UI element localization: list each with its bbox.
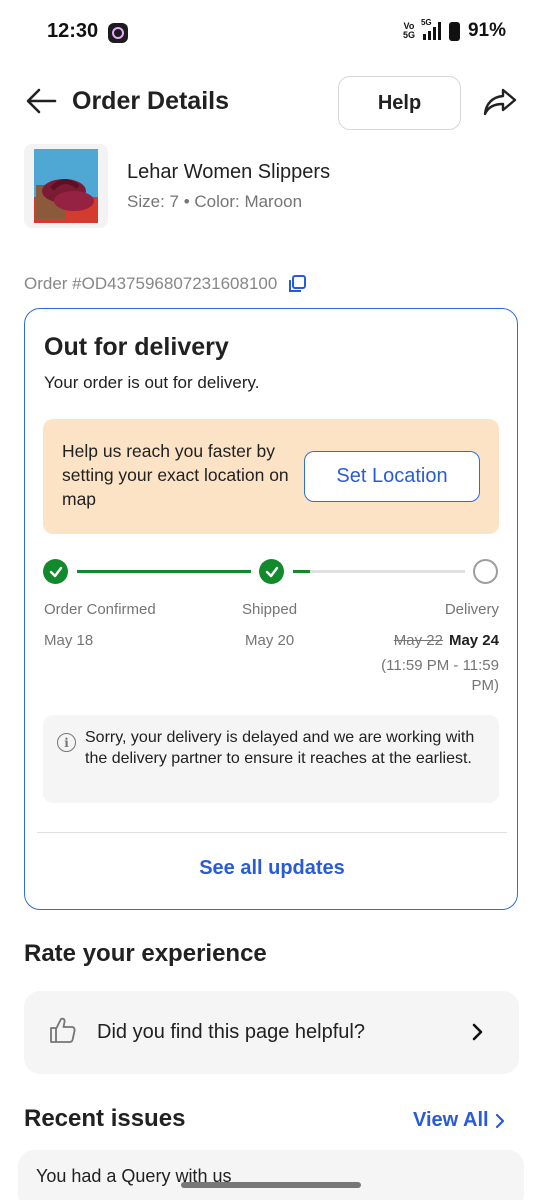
product-name: Lehar Women Slippers — [127, 161, 331, 183]
product-image — [24, 144, 108, 228]
battery-icon — [448, 21, 460, 41]
order-id-row: Order #OD437596807231608100 — [24, 274, 307, 294]
product-attributes: Size: 7 • Color: Maroon — [127, 192, 303, 211]
app-notification-icon — [108, 23, 128, 43]
step-shipped-check-icon — [259, 559, 284, 584]
location-prompt: Help us reach you faster by setting your… — [62, 441, 289, 509]
help-button[interactable]: Help — [338, 76, 461, 130]
delivery-time-window: (11:59 PM - 11:59 PM) — [381, 657, 499, 694]
tracker-line-shipped — [293, 570, 465, 573]
tracker-line-confirmed — [77, 570, 251, 573]
step-confirmed-check-icon — [43, 559, 68, 584]
home-indicator[interactable] — [181, 1182, 361, 1188]
signal-network-label: 5G — [420, 18, 432, 27]
status-indicators: Vo 5G 5G 91% — [402, 18, 506, 42]
delay-notice: i Sorry, your delivery is delayed and we… — [43, 715, 499, 803]
product-summary[interactable]: Lehar Women Slippers Size: 7 • Color: Ma… — [24, 144, 518, 230]
step-label-shipped: Shipped — [242, 601, 298, 618]
status-time: 12:30 — [47, 20, 99, 42]
signal-icon: 5G — [421, 18, 441, 40]
chevron-right-icon — [495, 1113, 504, 1128]
battery-percent: 91% — [467, 20, 506, 41]
step-label-delivery: Delivery — [444, 601, 499, 618]
copy-icon[interactable] — [287, 274, 307, 294]
step-date-shipped: May 20 — [245, 632, 295, 649]
tracker-line-progress — [293, 570, 311, 573]
status-bar: 12:30 Vo 5G 5G 91% — [0, 0, 542, 64]
location-banner: Help us reach you faster by setting your… — [43, 419, 499, 534]
step-date-delivery: May 22 May 24 — [394, 632, 499, 649]
volte-icon: Vo 5G — [402, 21, 415, 40]
rate-section-title: Rate your experience — [24, 940, 267, 967]
see-all-updates-link[interactable]: See all updates — [25, 857, 519, 880]
view-all-link[interactable]: View All — [413, 1109, 505, 1132]
set-location-button[interactable]: Set Location — [304, 451, 480, 502]
thumbs-up-icon — [48, 1015, 78, 1045]
recent-issues-title: Recent issues — [24, 1105, 186, 1132]
back-arrow-icon[interactable] — [24, 86, 58, 116]
step-label-confirmed: Order Confirmed — [44, 601, 156, 618]
info-icon: i — [57, 733, 76, 752]
status-title: Out for delivery — [44, 333, 229, 361]
card-divider — [37, 832, 507, 833]
delay-message: Sorry, your delivery is delayed and we a… — [85, 729, 475, 767]
chevron-right-icon — [470, 1022, 486, 1042]
step-delivery-pending-icon — [473, 559, 498, 584]
step-date-confirmed: May 18 — [44, 632, 94, 649]
view-all-label: View All — [413, 1109, 489, 1131]
original-delivery-date: May 22 — [393, 632, 443, 649]
delivery-status-card: Out for delivery Your order is out for d… — [24, 308, 518, 910]
issue-card[interactable]: You had a Query with us — [18, 1150, 524, 1200]
order-id: Order #OD437596807231608100 — [24, 274, 278, 293]
feedback-question: Did you find this page helpful? — [97, 1021, 365, 1043]
delivery-tracker — [43, 557, 503, 587]
feedback-card[interactable]: Did you find this page helpful? — [24, 991, 519, 1074]
status-subtitle: Your order is out for delivery. — [44, 373, 260, 392]
page-title: Order Details — [72, 87, 230, 115]
share-icon[interactable] — [482, 86, 518, 118]
revised-delivery-date: May 24 — [448, 632, 499, 649]
header: Order Details Help — [0, 74, 542, 130]
